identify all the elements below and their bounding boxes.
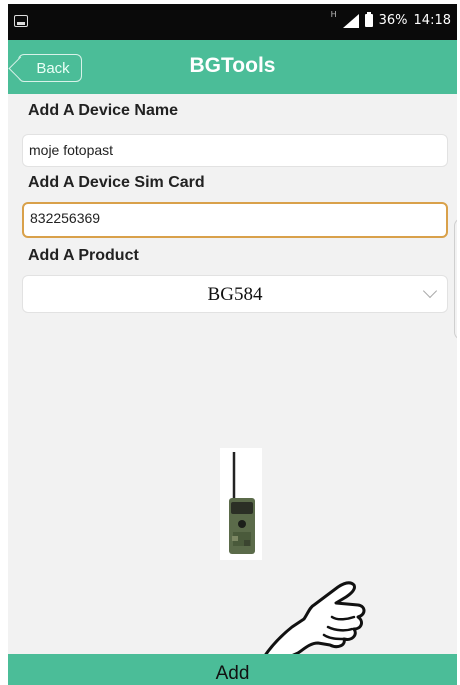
frame-left [0, 0, 8, 685]
phone-screen: H 36% 14:18 Back BGTools Add A Device Na… [8, 4, 457, 685]
status-bar: H 36% 14:18 [8, 4, 457, 40]
battery-percent: 36% [378, 13, 408, 28]
sim-card-field[interactable]: 832256369 [22, 202, 448, 238]
app-header: Back BGTools [8, 40, 457, 94]
product-select[interactable]: BG584 [22, 275, 448, 313]
device-name-field[interactable]: moje fotopast [22, 134, 448, 167]
pointing-hand-icon [258, 581, 366, 662]
add-button-label: Add [215, 663, 250, 684]
status-indicators: H 36% 14:18 [330, 10, 451, 28]
product-select-value: BG584 [207, 284, 263, 305]
sim-card-label: Add A Device Sim Card [28, 174, 205, 191]
side-drawer-handle[interactable] [454, 218, 457, 340]
battery-icon [364, 12, 373, 27]
image-icon [14, 15, 28, 27]
product-label: Add A Product [28, 247, 139, 264]
device-name-label: Add A Device Name [28, 102, 178, 119]
clock: 14:18 [413, 13, 451, 28]
add-button[interactable]: Add [8, 654, 457, 685]
network-type: H [330, 10, 337, 19]
page-title: BGTools [189, 54, 276, 77]
signal-icon [342, 13, 359, 28]
product-image [220, 448, 262, 560]
